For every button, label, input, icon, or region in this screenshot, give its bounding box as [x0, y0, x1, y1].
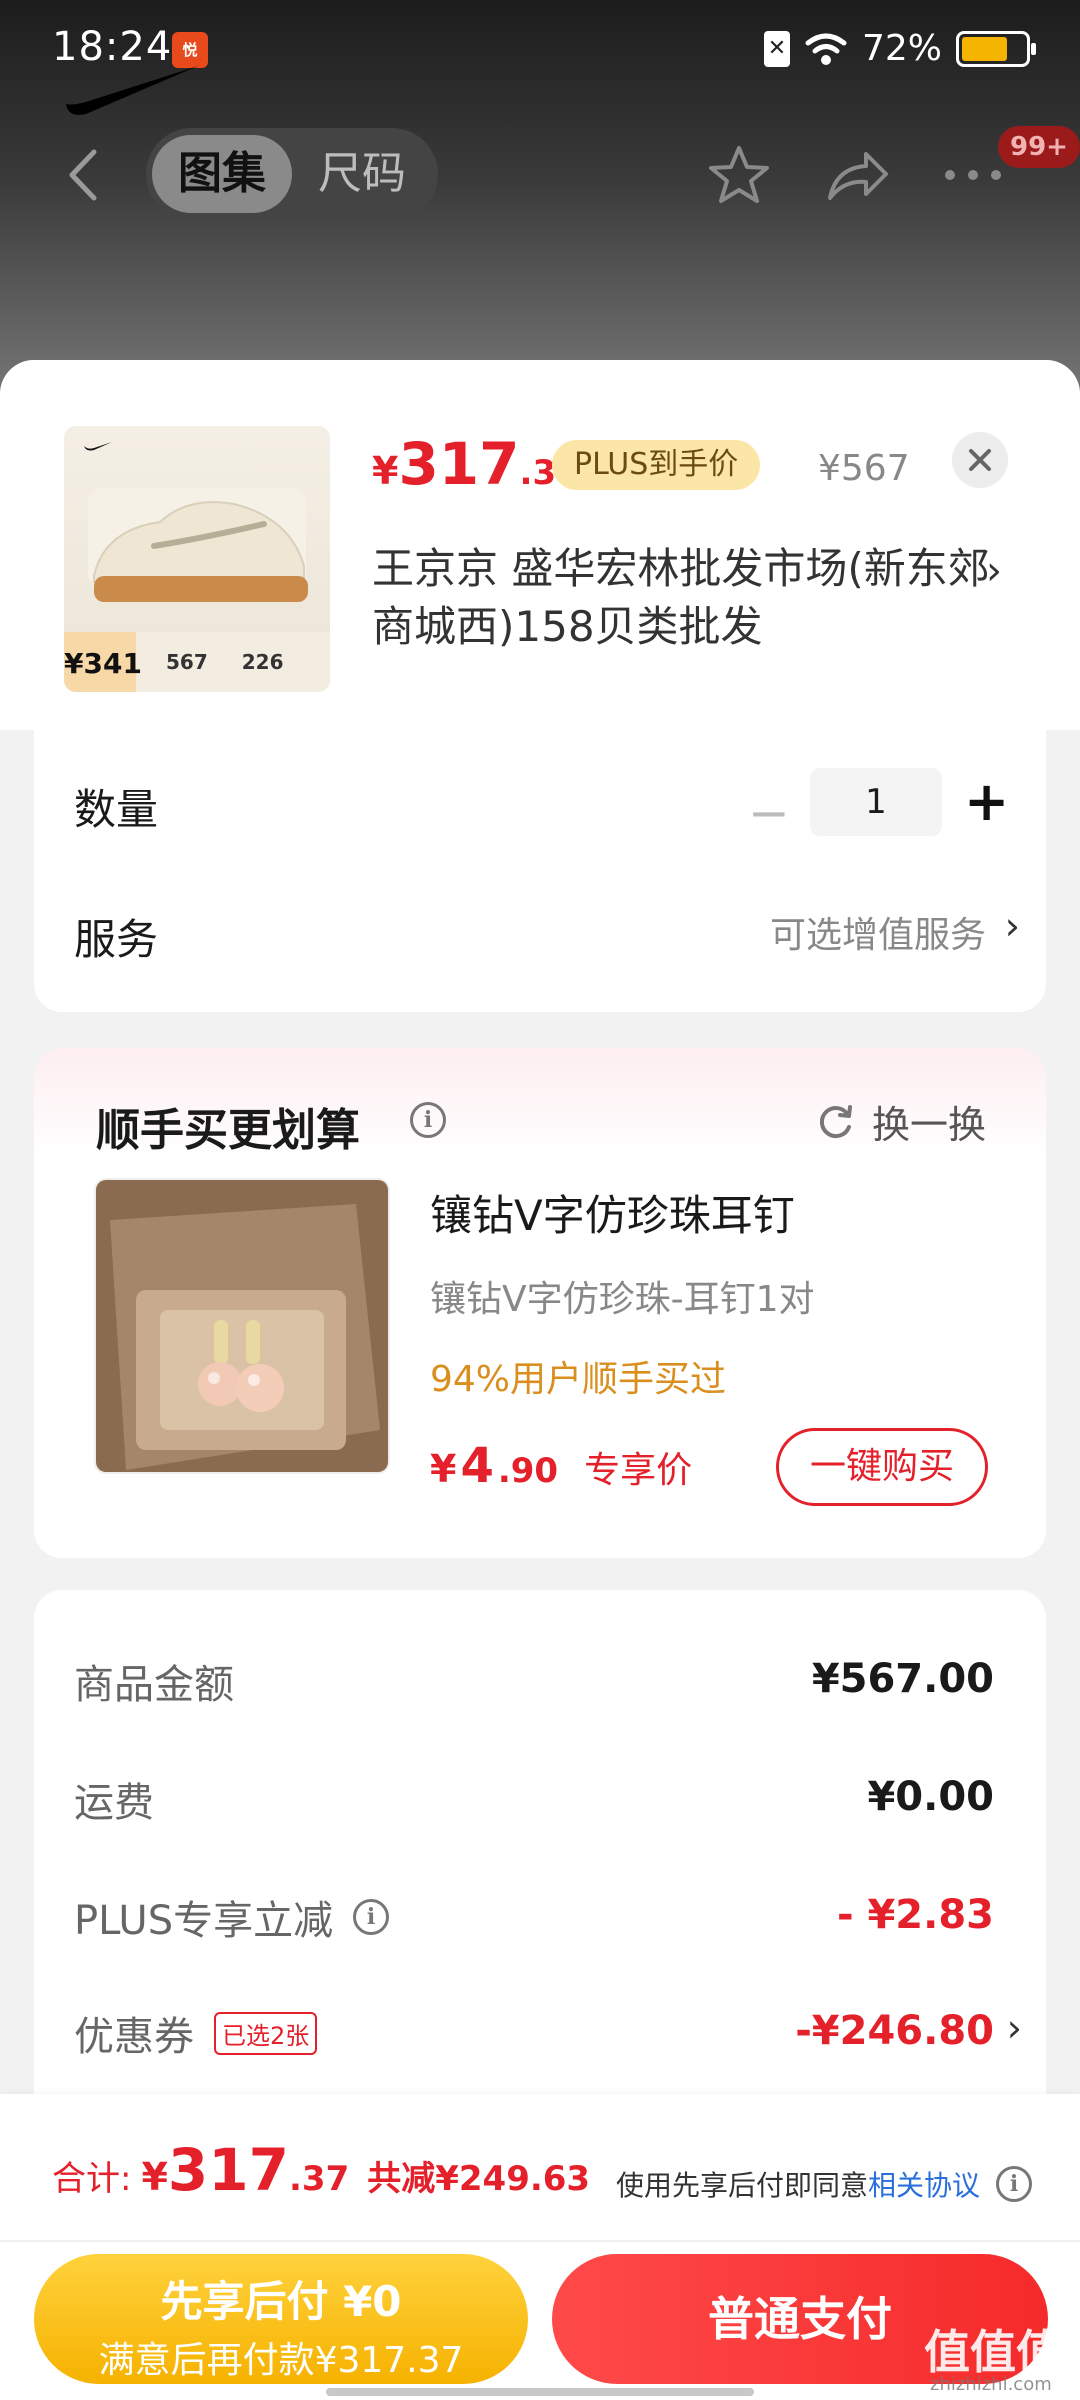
coupon-count-tag: 已选2张 — [214, 2011, 318, 2055]
close-icon — [969, 449, 991, 471]
refresh-label: 换一换 — [871, 1103, 986, 1147]
one-click-buy-button[interactable]: 一键购买 — [776, 1428, 988, 1506]
tab-size[interactable]: 尺码 — [292, 135, 432, 213]
addon-price: ¥ 4 .90 专享价 — [430, 1438, 692, 1494]
summary-value: -¥246.80 — [795, 2008, 994, 2054]
watermark: 值值值 — [924, 2325, 1062, 2379]
store-name[interactable]: 王京京 盛华宏林批发市场(新东郊商城西)158贝类批发 — [372, 540, 992, 656]
total-saved: 共减¥249.63 — [367, 2159, 591, 2199]
earring-image — [96, 1180, 388, 1472]
product-thumbnail[interactable]: ¥341 567 226 — [64, 426, 330, 692]
thumbnail-stat-b: 226 — [241, 650, 284, 674]
order-total: 合计: ¥ 317 .37 共减¥249.63 — [52, 2136, 590, 2204]
summary-row-shipping: 运费 ¥0.00 — [74, 1770, 994, 1830]
star-icon[interactable] — [704, 140, 774, 210]
addon-product-image[interactable] — [94, 1178, 390, 1474]
wifi-icon — [805, 33, 847, 65]
summary-label: PLUS专享立减 — [74, 1898, 334, 1944]
addon-price-decimal: .90 — [497, 1451, 559, 1491]
plus-price-badge: PLUS到手价 — [552, 440, 761, 490]
thumbnail-price-strip: ¥341 567 226 — [64, 632, 330, 692]
summary-label: 运费 — [74, 1780, 154, 1826]
current-price: ¥ 317 .37 — [372, 430, 580, 498]
status-indicators: ✕ 72% — [763, 28, 1036, 69]
thumbnail-stat-a: 567 — [166, 650, 208, 674]
quantity-increase-button[interactable]: + — [964, 770, 1009, 833]
message-count-badge: 99+ — [998, 126, 1080, 168]
price-symbol: ¥ — [372, 449, 399, 493]
chevron-right-icon[interactable]: › — [986, 548, 1002, 594]
service-label: 服务 — [74, 915, 159, 964]
addon-product-name[interactable]: 镶钻V字仿珍珠耳钉 — [430, 1182, 795, 1243]
addon-social-proof: 94%用户顺手买过 — [430, 1359, 727, 1400]
watermark-url: zhizhizhi.com — [930, 2374, 1052, 2395]
summary-value: ¥567.00 — [811, 1656, 994, 1702]
no-sim-icon: ✕ — [763, 30, 790, 67]
service-hint[interactable]: 可选增值服务 — [770, 906, 986, 958]
refresh-icon — [819, 1104, 852, 1138]
info-icon[interactable]: i — [353, 1899, 390, 1935]
chevron-right-icon[interactable]: › — [1007, 2006, 1022, 2050]
agreement-link[interactable]: 相关协议 — [868, 2169, 980, 2202]
pay-later-subtitle: 满意后再付款¥317.37 — [98, 2340, 464, 2381]
share-icon[interactable] — [822, 140, 892, 210]
info-icon[interactable]: i — [996, 2166, 1033, 2202]
summary-row-goods: 商品金额 ¥567.00 — [74, 1652, 994, 1712]
home-indicator[interactable] — [326, 2388, 754, 2396]
price-integer: 317 — [398, 430, 520, 498]
quantity-decrease-button[interactable]: − — [748, 784, 790, 842]
pay-later-button[interactable]: 先享后付 ¥0 满意后再付款¥317.37 — [34, 2254, 528, 2384]
thumbnail-price: ¥341 — [64, 632, 142, 692]
summary-value: - ¥2.83 — [836, 1892, 994, 1938]
gallery-tab-switcher: 图集 尺码 — [146, 128, 438, 220]
total-integer: 317 — [167, 2136, 289, 2204]
divider — [0, 2240, 1080, 2242]
addon-price-integer: 4 — [460, 1438, 494, 1494]
addon-price-tag: 专享价 — [584, 1450, 693, 1491]
agreement-text: 使用先享后付即同意相关协议 — [616, 2169, 981, 2202]
original-price: ¥567 — [818, 448, 910, 489]
quantity-service-card: 数量 − 1 + 服务 可选增值服务 › — [34, 730, 1046, 1012]
battery-icon — [956, 30, 1036, 67]
close-button[interactable] — [952, 432, 1008, 488]
brand-logo — [66, 66, 198, 115]
summary-label: 商品金额 — [74, 1662, 234, 1708]
summary-row-coupon[interactable]: 优惠券 已选2张 -¥246.80 › — [74, 2004, 1022, 2064]
chevron-right-icon[interactable]: › — [1005, 904, 1020, 948]
summary-value: ¥0.00 — [867, 1774, 994, 1820]
quantity-label: 数量 — [74, 785, 159, 834]
pay-later-title: 先享后付 ¥0 — [160, 2277, 402, 2326]
info-icon[interactable]: i — [410, 1102, 446, 1138]
summary-label-wrap: 优惠券 已选2张 — [74, 2004, 318, 2062]
addon-recommendation-card: 顺手买更划算 i 换一换 镶钻V字仿珍珠耳钉 镶钻V字仿珍珠-耳钉1对 94%用… — [34, 1048, 1046, 1558]
summary-label-wrap: PLUS专享立减 i — [74, 1888, 390, 1946]
refresh-button[interactable]: 换一换 — [814, 1094, 986, 1149]
back-icon[interactable] — [58, 140, 108, 210]
sneaker-image — [84, 442, 308, 602]
total-symbol: ¥ — [141, 2155, 168, 2199]
addon-product-spec: 镶钻V字仿珍珠-耳钉1对 — [430, 1279, 815, 1320]
addon-title: 顺手买更划算 — [96, 1105, 360, 1156]
quantity-input[interactable]: 1 — [810, 768, 942, 836]
total-decimal: .37 — [289, 2159, 350, 2199]
addon-price-symbol: ¥ — [430, 1447, 457, 1491]
order-summary-card: 商品金额 ¥567.00 运费 ¥0.00 PLUS专享立减 i - ¥2.83… — [34, 1590, 1046, 2120]
summary-row-plus-discount: PLUS专享立减 i - ¥2.83 — [74, 1888, 994, 1948]
total-label: 合计: — [52, 2159, 132, 2199]
battery-percent: 72% — [861, 28, 942, 69]
summary-label: 优惠券 — [74, 2014, 194, 2060]
agreement-line: 使用先享后付即同意相关协议 i — [616, 2164, 1033, 2204]
tab-gallery[interactable]: 图集 — [152, 135, 292, 213]
